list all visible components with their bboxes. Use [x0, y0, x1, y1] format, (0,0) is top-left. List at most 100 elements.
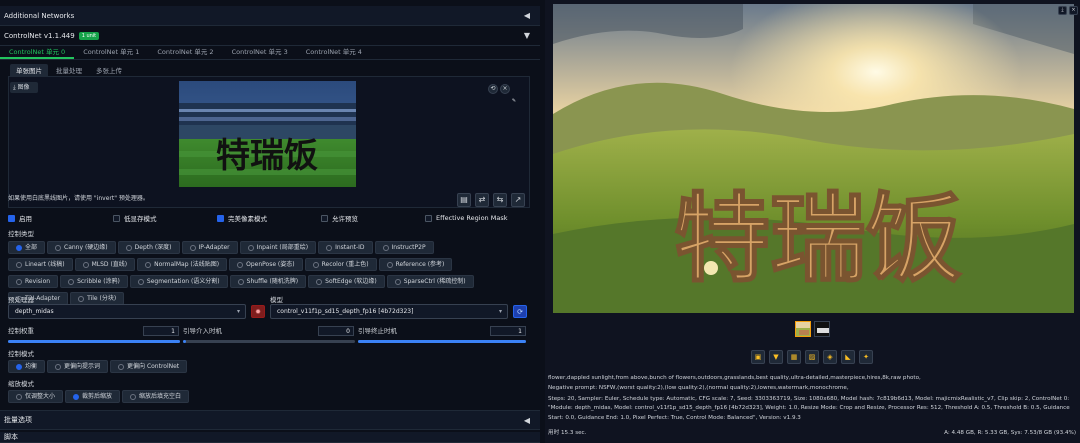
tab-unit-3[interactable]: ControlNet 单元 3 — [223, 44, 297, 59]
run-preprocessor-icon[interactable]: ✹ — [251, 305, 265, 318]
radio-instructp2p[interactable]: InstructP2P — [374, 241, 434, 254]
radio-mlsd[interactable]: MLSD (直线) — [74, 258, 136, 271]
canvas-hint: 如果使用白底黑线图片，请使用 "invert" 预处理器。 — [8, 195, 149, 202]
end-input[interactable]: 1 — [490, 326, 526, 336]
radio-label: 缩放后填充空白 — [139, 393, 182, 400]
pixel-perfect-checkbox[interactable]: 完美像素模式 — [217, 213, 267, 223]
radio-instant-id[interactable]: Instant-ID — [318, 241, 373, 254]
radio-on-icon — [16, 244, 22, 251]
radio-revision[interactable]: Revision — [8, 275, 59, 288]
checkbox-off-icon — [113, 214, 120, 222]
radio-shuffle[interactable]: Shuffle (随机洗牌) — [229, 275, 307, 288]
close-icon[interactable]: × — [500, 84, 510, 94]
radio-recolor[interactable]: Recolor (重上色) — [304, 258, 377, 271]
start-slider[interactable] — [183, 340, 355, 343]
radio-off-icon — [68, 278, 75, 285]
weight-slider[interactable] — [8, 340, 180, 343]
zip-icon[interactable]: ▦ — [787, 350, 801, 364]
swap-icon[interactable]: ⇄ — [475, 193, 489, 207]
enable-checkbox[interactable]: 启用 — [8, 213, 32, 223]
send-dimensions-icon[interactable]: ↗ — [511, 193, 525, 207]
radio-balanced[interactable]: 均衡 — [8, 360, 46, 373]
preprocessor-select[interactable]: depth_midas ▾ — [8, 304, 246, 319]
radio-sparsectrl[interactable]: SparseCtrl (稀疏控制) — [386, 275, 474, 288]
sparkle-icon[interactable]: ✦ — [859, 350, 873, 364]
model-value: control_v11f1p_sd15_depth_fp16 [4b72d323… — [277, 308, 414, 315]
close-icon[interactable]: × — [1069, 6, 1078, 15]
time-taken: 用时 15.3 sec. — [548, 430, 587, 436]
lowvram-checkbox[interactable]: 低显存模式 — [113, 213, 157, 223]
chevron-down-icon: ▾ — [236, 308, 240, 315]
radio-off-icon — [130, 393, 137, 400]
radio-just-resize[interactable]: 仅调整大小 — [8, 390, 64, 403]
weight-slider-fill — [8, 340, 180, 343]
output-image[interactable]: 特瑞饭 — [553, 4, 1074, 313]
checkbox-off-icon — [321, 214, 328, 222]
end-slider[interactable] — [358, 340, 526, 343]
radio-ip-adapter[interactable]: IP-Adapter — [181, 241, 238, 254]
download-icon[interactable]: ⤓ — [1058, 6, 1067, 15]
refresh-icon[interactable]: ⟳ — [513, 305, 527, 318]
tab-unit-1[interactable]: ControlNet 单元 1 — [74, 44, 148, 59]
tab-unit-2[interactable]: ControlNet 单元 2 — [148, 44, 222, 59]
output-toolbar: ▣ ▼ ▦ ▨ ◈ ◣ ✦ — [751, 350, 877, 364]
model-select[interactable]: control_v11f1p_sd15_depth_fp16 [4b72d323… — [270, 304, 508, 319]
pen-icon[interactable]: ✎ — [510, 98, 518, 106]
thumbnail-output[interactable] — [795, 321, 811, 337]
chevron-down-icon: ▾ — [498, 308, 502, 315]
folder-icon[interactable]: ▣ — [751, 350, 765, 364]
radio-off-icon — [16, 261, 22, 268]
radio-prompt-important[interactable]: 更偏向提示词 — [47, 360, 109, 373]
radio-label: Reference (参考) — [395, 261, 445, 268]
radio-segmentation[interactable]: Segmentation (语义分割) — [129, 275, 228, 288]
radio-softedge[interactable]: SoftEdge (软边缘) — [308, 275, 385, 288]
control-image-canvas[interactable]: 特瑞饭 — [179, 81, 356, 187]
radio-off-icon — [125, 244, 132, 251]
radio-inpaint[interactable]: Inpaint (局部重绘) — [239, 241, 317, 254]
radio-off-icon — [55, 363, 62, 370]
radio-label: Canny (硬边缘) — [64, 244, 108, 251]
thumbnail-depth[interactable] — [814, 321, 830, 337]
radio-label: 更偏向 ControlNet — [127, 363, 180, 370]
collapse-triangle-icon[interactable]: ◀ — [524, 11, 530, 20]
radio-off-icon — [326, 244, 333, 251]
radio-crop-resize[interactable]: 裁剪后缩放 — [65, 390, 121, 403]
inpaint-icon[interactable]: ◈ — [823, 350, 837, 364]
effective-region-checkbox[interactable]: Effective Region Mask — [425, 213, 507, 223]
extras-icon[interactable]: ◣ — [841, 350, 855, 364]
radio-scribble[interactable]: Scribble (涂鸦) — [60, 275, 128, 288]
radio-canny[interactable]: Canny (硬边缘) — [47, 241, 116, 254]
img2img-icon[interactable]: ▨ — [805, 350, 819, 364]
additional-networks-label: Additional Networks — [4, 11, 75, 20]
image-label-button[interactable]: ⤓ 图像 — [10, 82, 38, 93]
controlnet-header[interactable]: ControlNet v1.1.449 1 unit ▼ — [0, 26, 540, 46]
radio-lineart[interactable]: Lineart (线稿) — [8, 258, 73, 271]
batch-options-header[interactable]: 批量选项 ◀ — [0, 410, 540, 430]
allow-preview-checkbox[interactable]: 允许预览 — [321, 213, 358, 223]
tab-unit-0[interactable]: ControlNet 单元 0 — [0, 44, 75, 59]
control-type-label: 控制类型 — [8, 230, 34, 238]
radio-controlnet-important[interactable]: 更偏向 ControlNet — [110, 360, 188, 373]
save-icon[interactable]: ▼ — [769, 350, 783, 364]
radio-depth[interactable]: Depth (深度) — [117, 241, 180, 254]
radio-reference[interactable]: Reference (参考) — [378, 258, 453, 271]
collapse-triangle-icon[interactable]: ◀ — [524, 416, 530, 425]
document-icon[interactable]: ▤ — [457, 193, 471, 207]
radio-normalmap[interactable]: NormalMap (法线贴图) — [137, 258, 228, 271]
radio-label: Instant-ID — [335, 244, 365, 251]
resolution-sync-icon[interactable]: ⇆ — [493, 193, 507, 207]
reset-icon[interactable]: ⟲ — [488, 84, 498, 94]
tab-unit-4[interactable]: ControlNet 单元 4 — [297, 44, 371, 59]
weight-input[interactable]: 1 — [143, 326, 179, 336]
radio-off-icon — [189, 244, 196, 251]
radio-openpose[interactable]: OpenPose (姿态) — [229, 258, 303, 271]
radio-off-icon — [237, 261, 244, 268]
additional-networks-header[interactable]: Additional Networks ◀ — [0, 6, 540, 26]
resize-mode-label: 缩放模式 — [8, 380, 34, 388]
scripts-header[interactable]: 脚本 — [0, 432, 540, 443]
expand-triangle-icon[interactable]: ▼ — [524, 31, 530, 40]
start-input[interactable]: 0 — [318, 326, 354, 336]
radio-resize-fill[interactable]: 缩放后填充空白 — [122, 390, 190, 403]
resize-mode-group: 仅调整大小 裁剪后缩放 缩放后填充空白 — [8, 390, 488, 407]
radio-all[interactable]: 全部 — [8, 241, 46, 254]
